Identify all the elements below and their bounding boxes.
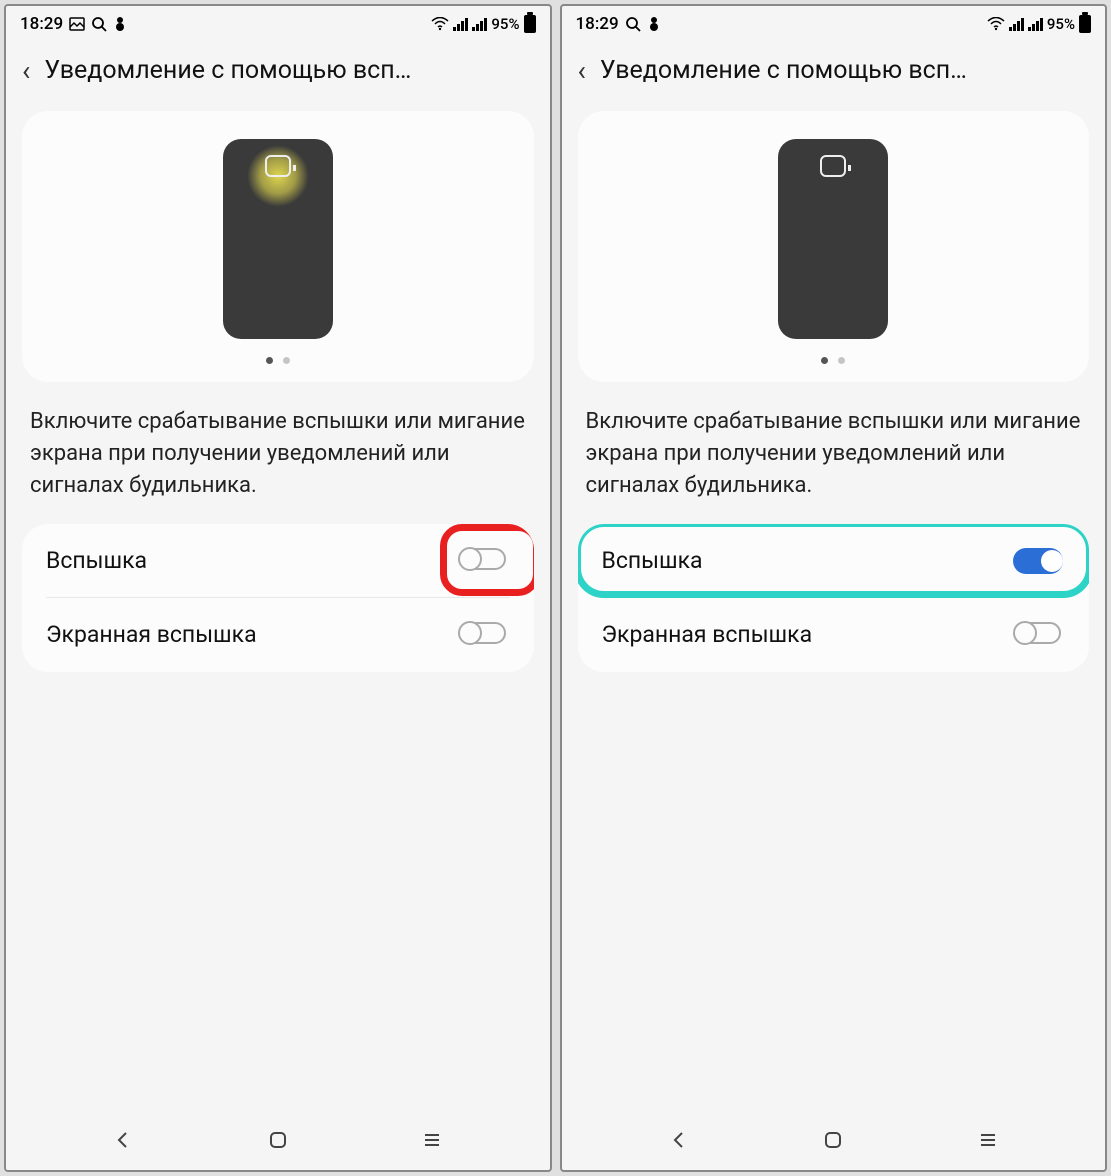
page-title: Уведомление с помощью всп… bbox=[600, 56, 1089, 85]
phone-screen-left: 18:29 95% ‹ Уведомл bbox=[4, 4, 552, 1172]
nav-back-icon[interactable] bbox=[668, 1129, 690, 1155]
flash-toggle[interactable] bbox=[458, 546, 510, 576]
pager-dot-active[interactable] bbox=[821, 357, 828, 364]
status-bar: 18:29 95% bbox=[562, 6, 1106, 42]
header: ‹ Уведомление с помощью всп… bbox=[6, 42, 550, 103]
page-title: Уведомление с помощью всп… bbox=[44, 56, 533, 85]
back-icon[interactable]: ‹ bbox=[578, 57, 586, 85]
option-row-flash[interactable]: Вспышка bbox=[22, 524, 534, 598]
signal-icon-2 bbox=[1028, 17, 1043, 31]
pager-dot[interactable] bbox=[838, 357, 845, 364]
description-text: Включите срабатывание вспышки или мигани… bbox=[6, 398, 550, 524]
camera-icon bbox=[820, 155, 846, 177]
screen-flash-toggle[interactable] bbox=[458, 620, 510, 650]
nav-bar bbox=[562, 1114, 1106, 1170]
nav-bar bbox=[6, 1114, 550, 1170]
battery-icon bbox=[1079, 15, 1091, 33]
nav-recents-icon[interactable] bbox=[977, 1129, 999, 1155]
option-label-screen-flash: Экранная вспышка bbox=[46, 621, 257, 648]
option-label-flash: Вспышка bbox=[46, 547, 147, 574]
pager-dot[interactable] bbox=[283, 357, 290, 364]
flash-toggle[interactable] bbox=[1013, 546, 1065, 576]
pager-dot-active[interactable] bbox=[266, 357, 273, 364]
camera-icon bbox=[265, 155, 291, 177]
search-icon bbox=[91, 16, 107, 32]
pager-dots bbox=[266, 357, 290, 364]
phone-back-graphic bbox=[778, 139, 888, 339]
gallery-icon bbox=[69, 16, 85, 32]
option-row-screen-flash[interactable]: Экранная вспышка bbox=[22, 598, 534, 672]
wifi-icon bbox=[431, 17, 449, 31]
option-label-flash: Вспышка bbox=[602, 547, 703, 574]
illustration-card[interactable] bbox=[578, 111, 1090, 382]
snowman-icon bbox=[647, 16, 661, 32]
snowman-icon bbox=[113, 16, 127, 32]
wifi-icon bbox=[987, 17, 1005, 31]
status-time: 18:29 bbox=[20, 14, 63, 34]
status-time: 18:29 bbox=[576, 14, 619, 34]
nav-recents-icon[interactable] bbox=[421, 1129, 443, 1155]
pager-dots bbox=[821, 357, 845, 364]
phone-screen-right: 18:29 95% ‹ Уведомление с помощью всп… bbox=[560, 4, 1108, 1172]
signal-icon-1 bbox=[453, 17, 468, 31]
nav-home-icon[interactable] bbox=[822, 1129, 844, 1155]
header: ‹ Уведомление с помощью всп… bbox=[562, 42, 1106, 103]
option-label-screen-flash: Экранная вспышка bbox=[602, 621, 813, 648]
options-card: Вспышка Экранная вспышка bbox=[578, 524, 1090, 672]
battery-percent: 95% bbox=[491, 15, 519, 33]
phone-back-graphic bbox=[223, 139, 333, 339]
illustration-card[interactable] bbox=[22, 111, 534, 382]
battery-percent: 95% bbox=[1047, 15, 1075, 33]
search-icon bbox=[625, 16, 641, 32]
battery-icon bbox=[524, 15, 536, 33]
options-card: Вспышка Экранная вспышка bbox=[22, 524, 534, 672]
back-icon[interactable]: ‹ bbox=[22, 57, 30, 85]
signal-icon-1 bbox=[1009, 17, 1024, 31]
status-bar: 18:29 95% bbox=[6, 6, 550, 42]
option-row-screen-flash[interactable]: Экранная вспышка bbox=[578, 598, 1090, 672]
nav-home-icon[interactable] bbox=[267, 1129, 289, 1155]
screen-flash-toggle[interactable] bbox=[1013, 620, 1065, 650]
option-row-flash[interactable]: Вспышка bbox=[578, 524, 1090, 598]
nav-back-icon[interactable] bbox=[112, 1129, 134, 1155]
description-text: Включите срабатывание вспышки или мигани… bbox=[562, 398, 1106, 524]
signal-icon-2 bbox=[472, 17, 487, 31]
